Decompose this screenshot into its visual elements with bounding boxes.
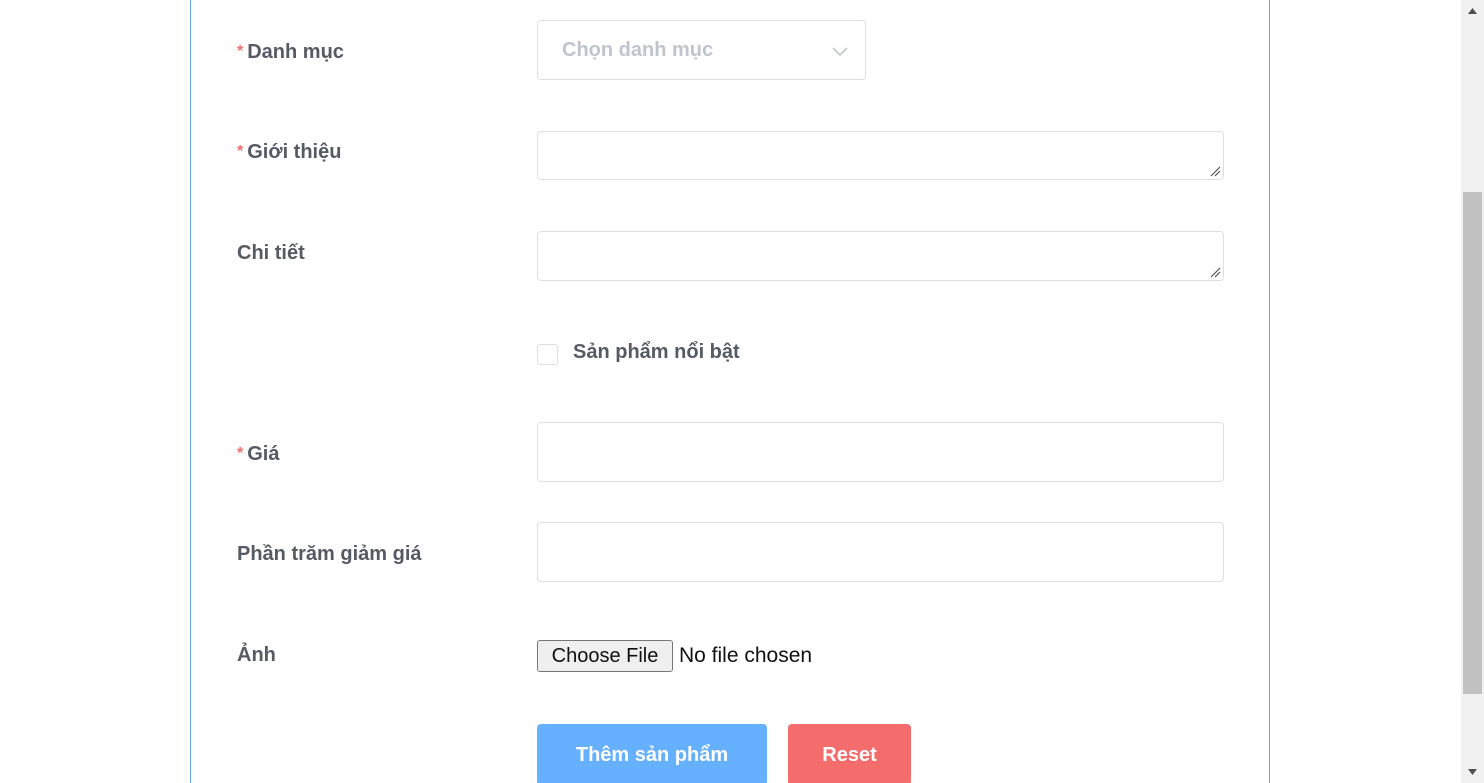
- featured-checkbox-label[interactable]: Sản phẩm nổi bật: [573, 341, 740, 364]
- discount-input[interactable]: [537, 522, 1224, 582]
- resize-grip-icon[interactable]: [1209, 266, 1221, 278]
- category-select[interactable]: Chọn danh mục: [537, 20, 866, 80]
- detail-textarea[interactable]: [537, 231, 1224, 281]
- required-mark: *: [237, 43, 244, 60]
- scrollbar-thumb[interactable]: [1463, 192, 1482, 694]
- intro-label: * Giới thiệu: [237, 140, 341, 166]
- image-label-text: Ảnh: [237, 644, 276, 666]
- category-label-text: Danh mục: [247, 41, 344, 63]
- file-status-text: No file chosen: [679, 644, 813, 667]
- price-input[interactable]: [537, 422, 1224, 482]
- required-mark: *: [237, 445, 244, 462]
- reset-button[interactable]: Reset: [788, 724, 911, 783]
- category-label: * Danh mục: [237, 40, 344, 66]
- chevron-down-icon: [832, 47, 848, 57]
- intro-textarea[interactable]: [537, 131, 1224, 180]
- arrow-up-icon[interactable]: [1461, 0, 1484, 22]
- detail-label-text: Chi tiết: [237, 242, 305, 264]
- detail-label: Chi tiết: [237, 241, 305, 265]
- arrow-down-icon[interactable]: [1461, 761, 1484, 783]
- resize-grip-icon[interactable]: [1209, 165, 1221, 177]
- featured-checkbox[interactable]: [537, 344, 558, 365]
- add-product-button[interactable]: Thêm sản phẩm: [537, 724, 767, 783]
- price-label-text: Giá: [247, 443, 280, 465]
- product-form: * Danh mục Chọn danh mục * Giới thiệu Chi …: [190, 0, 1270, 783]
- choose-file-button[interactable]: Choose File: [537, 640, 673, 672]
- category-select-placeholder: Chọn danh mục: [562, 39, 714, 61]
- discount-label-text: Phần trăm giảm giá: [237, 543, 422, 565]
- required-mark: *: [237, 143, 244, 160]
- intro-label-text: Giới thiệu: [247, 141, 342, 163]
- price-label: * Giá: [237, 442, 279, 468]
- image-label: Ảnh: [237, 643, 276, 667]
- page-scrollbar[interactable]: [1461, 0, 1484, 783]
- discount-label: Phần trăm giảm giá: [237, 542, 422, 566]
